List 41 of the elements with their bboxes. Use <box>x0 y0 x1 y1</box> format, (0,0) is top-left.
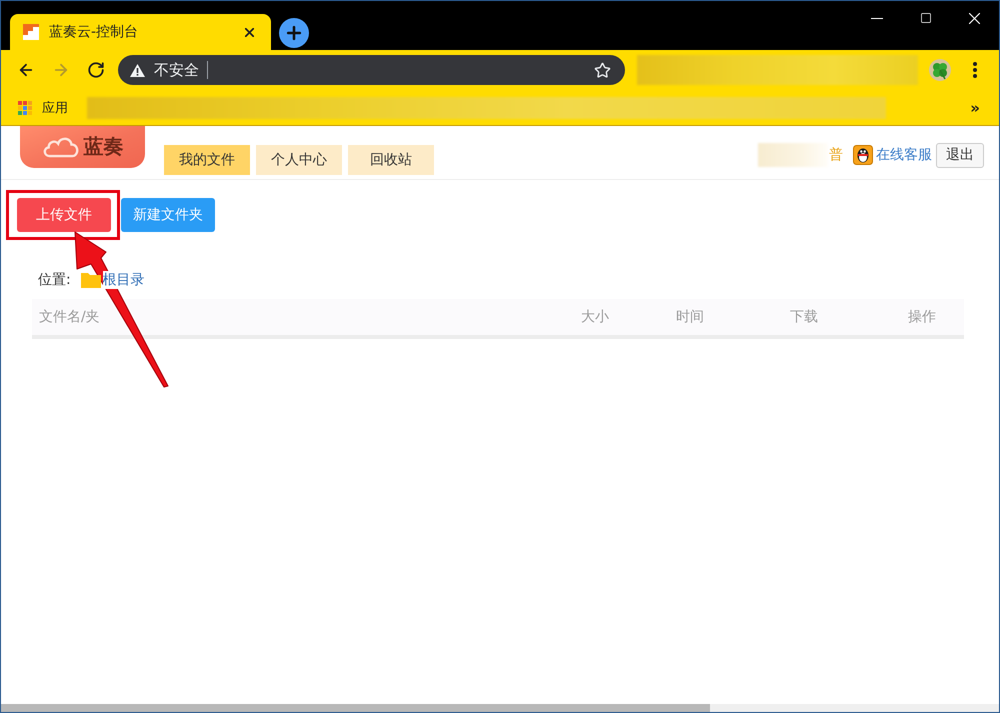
nav-tab[interactable]: 我的文件 <box>164 145 250 175</box>
location-label: 位置: <box>38 271 71 289</box>
address-bar[interactable]: 不安全 <box>118 55 625 85</box>
user-label: 普 <box>829 146 843 164</box>
support-link[interactable]: 在线客服 <box>876 146 932 164</box>
penguin-icon <box>853 145 873 165</box>
text-cursor <box>207 61 208 79</box>
new-tab-button[interactable] <box>279 18 309 48</box>
menu-icon <box>973 62 977 78</box>
scrollbar-thumb[interactable] <box>1 704 710 712</box>
scrollbar-track[interactable] <box>1 704 999 712</box>
logo[interactable]: 蓝奏 <box>20 126 145 168</box>
favicon-icon <box>23 24 39 40</box>
column-header: 大小 <box>581 308 609 326</box>
blurred-block <box>758 143 828 167</box>
nav-tab[interactable]: 个人中心 <box>256 145 342 175</box>
profile-button[interactable] <box>929 59 951 81</box>
cloud-icon <box>42 134 80 158</box>
security-indicator[interactable]: 不安全 <box>130 60 199 80</box>
reload-icon <box>86 61 104 79</box>
column-header: 文件名/夹 <box>38 308 100 326</box>
plus-icon <box>284 23 304 43</box>
column-header: 操作 <box>908 308 936 326</box>
browser-tab[interactable]: 蓝奏云-控制台 <box>10 14 271 50</box>
column-header: 时间 <box>676 308 704 326</box>
tab-title: 蓝奏云-控制台 <box>49 23 140 41</box>
upload-button[interactable]: 上传文件 <box>17 198 111 232</box>
apps-grid-icon <box>18 100 32 114</box>
folder-icon <box>80 272 101 288</box>
close-icon <box>969 12 980 24</box>
clover-avatar-icon <box>929 59 951 81</box>
logo-text: 蓝奏 <box>84 132 124 160</box>
logout-button[interactable]: 退出 <box>936 142 984 168</box>
bookmarks-overflow-button[interactable]: » <box>970 98 980 116</box>
star-icon <box>594 62 610 78</box>
warning-icon <box>130 64 145 76</box>
close-icon <box>244 28 254 36</box>
nav-tab[interactable]: 回收站 <box>348 145 434 175</box>
column-header: 下载 <box>790 308 818 326</box>
bookmark-item[interactable]: 应用 <box>18 98 68 116</box>
maximize-icon <box>920 12 932 24</box>
